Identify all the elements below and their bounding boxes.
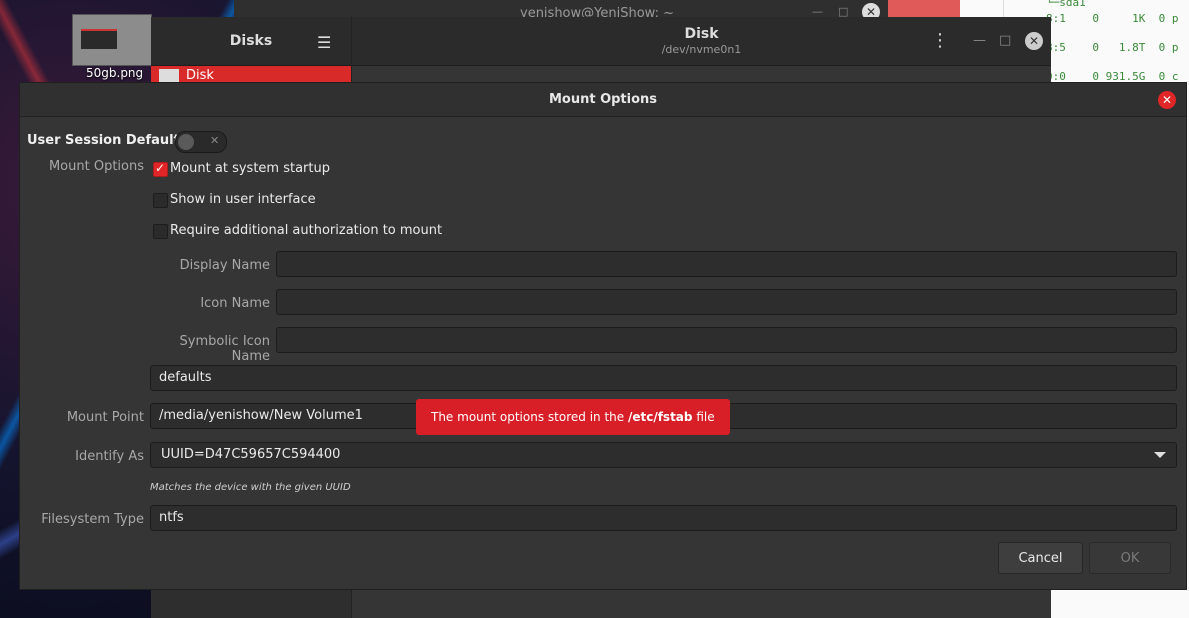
- dialog-headerbar: Mount Options ✕: [20, 83, 1186, 117]
- require-auth-checkbox[interactable]: [153, 224, 168, 239]
- identify-as-hint: Matches the device with the given UUID: [150, 482, 351, 493]
- hamburger-menu-icon[interactable]: ☰: [317, 33, 331, 52]
- toggle-off-icon: ✕: [210, 134, 220, 147]
- mount-options-field[interactable]: defaults: [150, 365, 1177, 391]
- tooltip-suffix: file: [692, 410, 715, 424]
- display-name-field[interactable]: [276, 251, 1177, 277]
- symbolic-icon-name-label: Symbolic Icon Name: [179, 334, 271, 364]
- show-in-ui-label[interactable]: Show in user interface: [170, 192, 316, 207]
- icon-name-label: Icon Name: [200, 296, 270, 311]
- symbolic-icon-name-field[interactable]: [276, 327, 1177, 353]
- minimize-icon[interactable]: —: [973, 33, 986, 48]
- mount-options-label: Mount Options: [48, 159, 144, 174]
- dialog-title: Mount Options: [548, 92, 658, 107]
- identify-as-label: Identify As: [75, 449, 144, 464]
- display-name-label: Display Name: [179, 258, 270, 273]
- icon-name-field[interactable]: [276, 289, 1177, 315]
- maximize-icon[interactable]: □: [999, 33, 1011, 48]
- close-icon[interactable]: ✕: [1025, 32, 1043, 50]
- filesystem-type-label: Filesystem Type: [41, 512, 144, 527]
- desktop-file-thumbnail[interactable]: [72, 14, 152, 66]
- tooltip-path: /etc/fstab: [627, 410, 693, 424]
- user-session-defaults-toggle[interactable]: ✕: [175, 131, 227, 153]
- tooltip-text: The mount options stored in the: [431, 410, 628, 424]
- filesystem-type-field[interactable]: ntfs: [150, 505, 1177, 531]
- disks-headerbar: Disks ☰ Disk /dev/nvme0n1 ⋮ — □ ✕: [151, 17, 1051, 66]
- show-in-ui-checkbox[interactable]: [153, 193, 168, 208]
- user-session-defaults-label: User Session Defaults: [27, 133, 188, 148]
- toggle-knob: [178, 134, 194, 150]
- fstab-tooltip: The mount options stored in the /etc/fst…: [416, 399, 730, 435]
- background-text-line: 8:1 0 1K 0 p: [1046, 12, 1179, 25]
- identify-as-value: UUID=D47C59657C594400: [161, 447, 341, 462]
- background-window-strip: [888, 0, 960, 18]
- dropdown-arrow-icon: [1154, 452, 1166, 458]
- mount-point-label: Mount Point: [66, 410, 144, 425]
- background-text-line: 8:5 0 1.8T 0 p: [1046, 41, 1179, 54]
- cancel-button[interactable]: Cancel: [998, 542, 1083, 574]
- drive-icon: [159, 69, 179, 83]
- mount-at-startup-checkbox[interactable]: [153, 161, 168, 177]
- mount-options-dialog: Mount Options ✕ User Session Defaults ✕ …: [19, 82, 1187, 590]
- mount-at-startup-label[interactable]: Mount at system startup: [170, 161, 330, 176]
- desktop-file-label[interactable]: 50gb.png: [86, 66, 143, 80]
- kebab-menu-icon[interactable]: ⋮: [931, 30, 949, 51]
- require-auth-label[interactable]: Require additional authorization to moun…: [170, 223, 442, 238]
- close-icon[interactable]: ✕: [1158, 91, 1176, 109]
- background-text-line: └─sda1: [1046, 0, 1086, 9]
- ok-button[interactable]: OK: [1089, 542, 1171, 574]
- identify-as-combo[interactable]: UUID=D47C59657C594400: [150, 442, 1177, 468]
- sidebar-item-label: Disk: [186, 68, 214, 83]
